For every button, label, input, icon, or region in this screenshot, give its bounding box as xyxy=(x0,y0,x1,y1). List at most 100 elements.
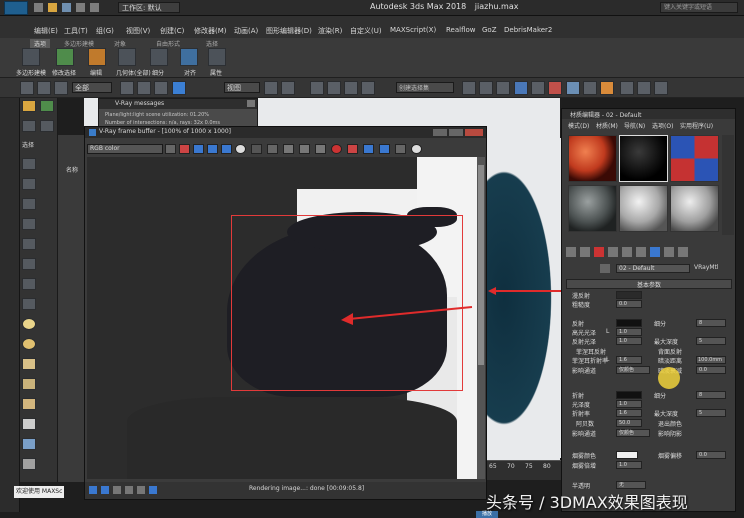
vfb-clear-icon[interactable] xyxy=(251,144,262,154)
tube-icon[interactable] xyxy=(22,398,36,410)
box-icon[interactable] xyxy=(22,358,36,370)
menu-customize[interactable]: 自定义(U) xyxy=(350,26,382,36)
affect-channels-dropdown[interactable]: 仅颜色 xyxy=(616,366,650,374)
sample-sphere-5[interactable] xyxy=(619,185,668,232)
mat-menu-material[interactable]: 材质(M) xyxy=(596,121,618,130)
mat-menu-mode[interactable]: 模式(D) xyxy=(568,121,589,130)
status-icon-2[interactable] xyxy=(101,486,109,494)
cone-icon[interactable] xyxy=(22,378,36,390)
geometry-tool[interactable] xyxy=(118,48,136,66)
rect-select-icon[interactable] xyxy=(154,81,168,95)
show-map-icon[interactable] xyxy=(664,247,674,257)
tool-icon-e[interactable] xyxy=(22,278,36,290)
material-id-icon[interactable] xyxy=(650,247,660,257)
vfb-channel-dropdown[interactable]: RGB color xyxy=(87,144,163,154)
tool-icon-a[interactable] xyxy=(22,198,36,210)
vfb-alpha-channel-icon[interactable] xyxy=(221,144,232,154)
menu-tools[interactable]: 工具(T) xyxy=(64,26,88,36)
tool-icon-b[interactable] xyxy=(22,218,36,230)
display-icon[interactable] xyxy=(22,158,36,170)
vfb-blue-channel-icon[interactable] xyxy=(207,144,218,154)
refr-subdivs-input[interactable]: 8 xyxy=(696,391,726,399)
dim-distance-label[interactable]: 暗淡距离 xyxy=(658,356,682,365)
hierarchy-icon[interactable] xyxy=(22,120,36,132)
fog-bias-input[interactable]: 0.0 xyxy=(696,451,726,459)
modify-icon[interactable] xyxy=(40,100,54,112)
vfb-lens-icon[interactable] xyxy=(379,144,390,154)
unlink-icon[interactable] xyxy=(37,81,51,95)
pick-material-icon[interactable] xyxy=(600,264,610,273)
select-by-name-icon[interactable] xyxy=(137,81,151,95)
diffuse-color-swatch[interactable] xyxy=(616,291,642,299)
align-tool[interactable] xyxy=(180,48,198,66)
ribbon-tab-object[interactable]: 对象 xyxy=(114,39,126,48)
mat-menu-utilities[interactable]: 实用程序(U) xyxy=(680,121,713,130)
vfb-display-icon[interactable] xyxy=(395,144,406,154)
menu-create[interactable]: 创建(C) xyxy=(160,26,184,36)
get-material-icon[interactable] xyxy=(566,247,576,257)
vfb-scroll-thumb[interactable] xyxy=(478,165,484,365)
refr-exit-color-checkbox[interactable]: 退出颜色 xyxy=(658,419,682,428)
put-library-icon[interactable] xyxy=(636,247,646,257)
menu-maxscript[interactable]: MAXScript(X) xyxy=(390,26,436,34)
status-icon-3[interactable] xyxy=(113,486,121,494)
status-icon-6[interactable] xyxy=(149,486,157,494)
vfb-maximize-icon[interactable] xyxy=(449,129,463,136)
spinner-snap-icon[interactable] xyxy=(361,81,375,95)
max-depth-input[interactable]: 5 xyxy=(696,337,726,345)
ribbon-tab-select[interactable]: 选择 xyxy=(206,39,218,48)
menu-goz[interactable]: GoZ xyxy=(482,26,497,34)
unique-icon[interactable] xyxy=(622,247,632,257)
vfb-history-icon[interactable] xyxy=(315,144,326,154)
save-file-icon[interactable] xyxy=(62,3,71,12)
ior-input[interactable]: 1.6 xyxy=(616,409,642,417)
vray-icon[interactable] xyxy=(620,81,634,95)
menu-realflow[interactable]: Realflow xyxy=(446,26,476,34)
vfb-icon[interactable] xyxy=(654,81,668,95)
status-icon-5[interactable] xyxy=(137,486,145,494)
vfb-close-icon[interactable] xyxy=(465,129,483,136)
bind-icon[interactable] xyxy=(54,81,68,95)
subdivs-input[interactable]: 8 xyxy=(696,319,726,327)
dim-distance-input[interactable]: 100.0mm xyxy=(696,356,726,364)
sample-sphere-1[interactable] xyxy=(568,135,617,182)
vray-messages-titlebar[interactable]: V-Ray messages xyxy=(99,99,257,109)
pivot-icon[interactable] xyxy=(264,81,278,95)
vfb-settings-icon[interactable] xyxy=(411,144,422,154)
mat-menu-options[interactable]: 选项(O) xyxy=(652,121,673,130)
material-editor-icon[interactable] xyxy=(548,81,562,95)
reflect-color-swatch[interactable] xyxy=(616,319,642,327)
refr-max-depth-input[interactable]: 5 xyxy=(696,409,726,417)
render-icon[interactable] xyxy=(600,81,614,95)
open-file-icon[interactable] xyxy=(48,3,57,12)
named-selection-dropdown[interactable]: 创建选择集 xyxy=(396,82,454,93)
vfb-track-mouse-icon[interactable] xyxy=(299,144,310,154)
mat-menu-navigation[interactable]: 导航(N) xyxy=(624,121,645,130)
copy-material-icon[interactable] xyxy=(608,247,618,257)
sample-sphere-2[interactable] xyxy=(619,135,668,182)
vfb-copy-icon[interactable] xyxy=(267,144,278,154)
menu-group[interactable]: 组(G) xyxy=(96,26,114,36)
rollout-header[interactable]: 基本参数 xyxy=(566,279,732,289)
vfb-save-icon[interactable] xyxy=(165,144,176,154)
create-icon[interactable] xyxy=(22,100,36,112)
vfb-green-channel-icon[interactable] xyxy=(193,144,204,154)
subdivision-tool[interactable] xyxy=(150,48,168,66)
material-type-button[interactable]: VRayMtl xyxy=(694,264,719,271)
search-input[interactable]: 键入关键字或短语 xyxy=(660,2,738,13)
app-logo-icon[interactable] xyxy=(4,1,28,15)
hilight-gloss-input[interactable]: 1.0 xyxy=(616,328,642,336)
plane-icon[interactable] xyxy=(22,418,36,430)
ribbon-tab-poly[interactable]: 多边形建模 xyxy=(64,39,94,48)
reset-material-icon[interactable] xyxy=(594,247,604,257)
roughness-input[interactable]: 0.0 xyxy=(616,300,642,308)
vfb-minimize-icon[interactable] xyxy=(433,129,447,136)
ribbon-tab-options[interactable]: 选项 xyxy=(30,39,51,48)
tool-icon-f[interactable] xyxy=(22,298,36,310)
vfb-scrollbar[interactable] xyxy=(477,157,485,479)
modify-selection-tool[interactable] xyxy=(56,48,74,66)
assign-material-icon[interactable] xyxy=(580,247,590,257)
sphere-tool-icon[interactable] xyxy=(22,318,36,330)
vfb-region-icon[interactable] xyxy=(283,144,294,154)
refract-color-swatch[interactable] xyxy=(616,391,642,399)
